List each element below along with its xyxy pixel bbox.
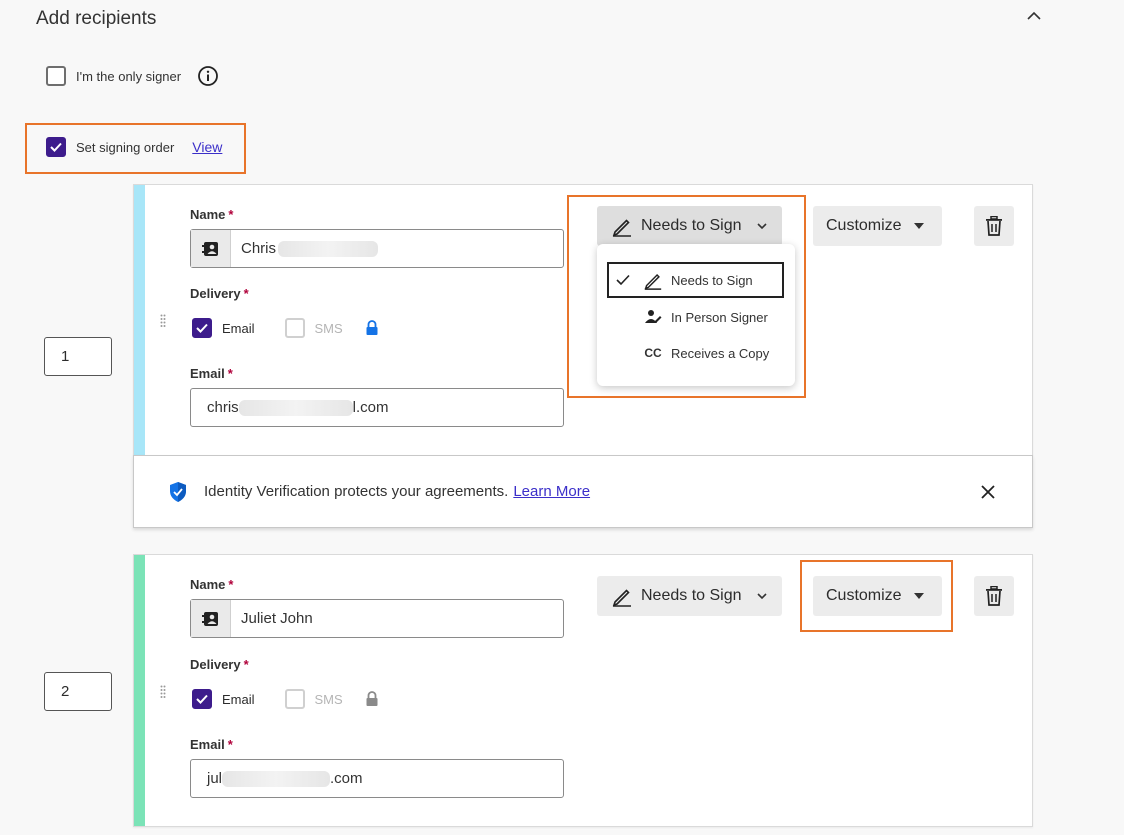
email-checkbox[interactable] bbox=[192, 318, 212, 338]
email-option-label: Email bbox=[222, 691, 255, 707]
recipient-1-accent-bar bbox=[134, 185, 145, 455]
email-option-label: Email bbox=[222, 320, 255, 336]
redacted-text bbox=[222, 771, 331, 788]
role-label: Needs to Sign bbox=[641, 587, 742, 604]
signing-order-label: Set signing order bbox=[76, 139, 175, 155]
only-signer-checkbox[interactable] bbox=[46, 66, 66, 86]
role-menu-highlight bbox=[567, 195, 806, 398]
name-input[interactable]: Chris bbox=[190, 229, 564, 268]
email-value-start: jul bbox=[207, 769, 223, 787]
email-label: Email * bbox=[190, 366, 233, 381]
lock-icon[interactable] bbox=[365, 691, 379, 707]
only-signer-row: I'm the only signer bbox=[46, 65, 219, 87]
only-signer-label: I'm the only signer bbox=[76, 68, 182, 84]
drag-handle-icon[interactable] bbox=[160, 685, 166, 699]
email-input[interactable]: chris l.com bbox=[190, 388, 564, 427]
name-input[interactable]: Juliet John bbox=[190, 599, 564, 638]
sms-option-label: SMS bbox=[314, 320, 343, 336]
email-value-end: .com bbox=[330, 769, 363, 787]
name-label: Name * bbox=[190, 577, 234, 592]
identity-verification-text: Identity Verification protects your agre… bbox=[204, 483, 509, 500]
role-dropdown-button[interactable]: Needs to Sign bbox=[597, 576, 782, 616]
email-input[interactable]: jul .com bbox=[190, 759, 564, 798]
signing-order-row: Set signing order View bbox=[46, 137, 222, 157]
chevron-up-icon[interactable] bbox=[1024, 8, 1044, 24]
recipient-1-order-input[interactable]: 1 bbox=[44, 337, 112, 376]
learn-more-link[interactable]: Learn More bbox=[513, 483, 590, 500]
sms-checkbox bbox=[284, 689, 305, 709]
close-icon[interactable] bbox=[980, 484, 996, 500]
email-value-start: chris bbox=[207, 398, 239, 416]
email-value-end: l.com bbox=[352, 398, 389, 416]
drag-handle-icon[interactable] bbox=[160, 314, 166, 328]
shield-check-icon bbox=[170, 481, 186, 502]
email-checkbox[interactable] bbox=[192, 689, 212, 709]
signing-order-checkbox[interactable] bbox=[46, 137, 66, 157]
trash-icon bbox=[986, 586, 1002, 606]
customize-label: Customize bbox=[826, 217, 902, 234]
contact-card-icon[interactable] bbox=[191, 230, 231, 267]
redacted-text bbox=[278, 241, 379, 258]
delete-recipient-button[interactable] bbox=[974, 206, 1014, 246]
recipient-2-accent-bar bbox=[134, 555, 145, 826]
name-label: Name * bbox=[190, 207, 234, 222]
chevron-down-icon bbox=[756, 593, 767, 600]
signing-order-view-link[interactable]: View bbox=[192, 139, 222, 155]
customize-highlight bbox=[800, 560, 953, 632]
redacted-text bbox=[238, 400, 353, 417]
sms-checkbox bbox=[284, 318, 305, 338]
lock-icon[interactable] bbox=[365, 320, 379, 336]
delivery-options: Email SMS bbox=[192, 689, 379, 709]
section-title: Add recipients bbox=[36, 8, 157, 29]
identity-verification-banner: Identity Verification protects your agre… bbox=[133, 455, 1033, 528]
contact-card-icon[interactable] bbox=[191, 600, 231, 637]
add-recipients-page: Add recipients I'm the only signer Set s… bbox=[0, 0, 1124, 835]
email-label: Email * bbox=[190, 737, 233, 752]
delete-recipient-button[interactable] bbox=[974, 576, 1014, 616]
info-icon[interactable] bbox=[197, 65, 219, 87]
customize-button[interactable]: Customize bbox=[813, 206, 942, 246]
pen-icon bbox=[612, 589, 631, 607]
delivery-label: Delivery * bbox=[190, 286, 249, 301]
recipient-2-order-input[interactable]: 2 bbox=[44, 672, 112, 711]
name-value: Juliet John bbox=[241, 610, 313, 627]
name-value: Chris bbox=[241, 239, 277, 257]
sms-option-label: SMS bbox=[314, 691, 343, 707]
trash-icon bbox=[986, 216, 1002, 236]
delivery-label: Delivery * bbox=[190, 657, 249, 672]
caret-down-icon bbox=[913, 223, 924, 229]
delivery-options: Email SMS bbox=[192, 318, 379, 338]
